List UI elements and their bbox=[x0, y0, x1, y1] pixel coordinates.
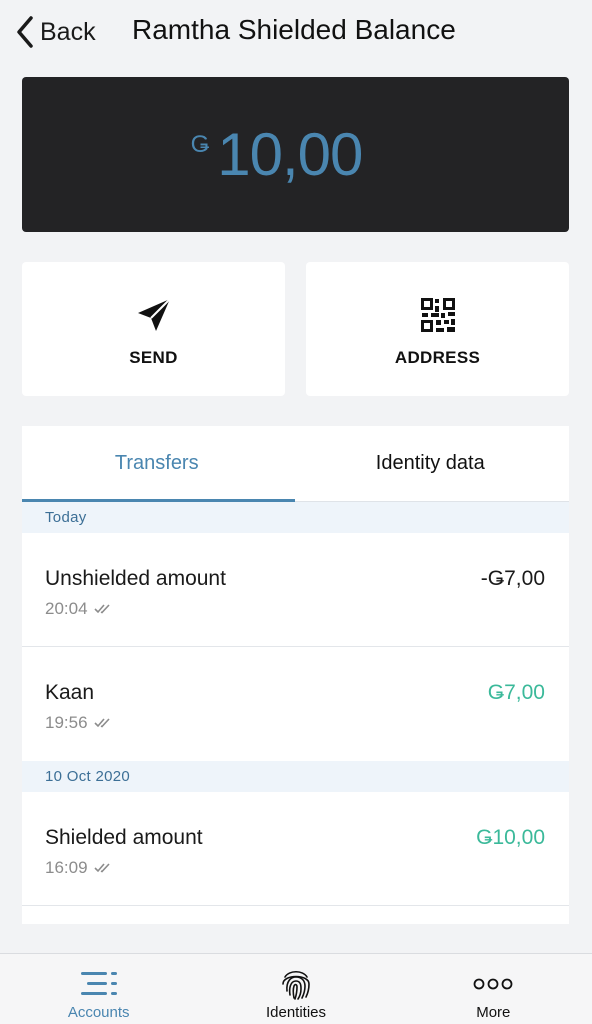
page-title: Ramtha Shielded Balance bbox=[132, 14, 456, 45]
transaction-title: Kaan bbox=[45, 681, 95, 704]
transaction-row[interactable]: Kaan 19:56 Ǥ7,00 bbox=[22, 647, 569, 761]
transaction-amount: Ǥ10,00 bbox=[476, 826, 545, 849]
tab-bar: Transfers Identity data bbox=[22, 426, 569, 502]
send-button[interactable]: SEND bbox=[22, 262, 285, 396]
nav-more-label: More bbox=[476, 1004, 511, 1021]
nav-identities[interactable]: Identities bbox=[197, 954, 394, 1024]
transaction-time-text: 16:09 bbox=[45, 858, 88, 877]
transaction-amount: -Ǥ7,00 bbox=[480, 567, 545, 590]
list-icon bbox=[79, 964, 119, 1004]
transaction-title: Unshielded amount bbox=[45, 567, 226, 590]
fingerprint-icon bbox=[279, 964, 313, 1004]
tab-identity-data[interactable]: Identity data bbox=[294, 426, 568, 501]
qr-code-icon bbox=[419, 296, 457, 334]
send-label: SEND bbox=[129, 348, 178, 367]
transaction-row[interactable]: Unshielded amount 20:04 -Ǥ7,00 bbox=[22, 533, 569, 647]
address-button[interactable]: ADDRESS bbox=[306, 262, 569, 396]
tab-transfers[interactable]: Transfers bbox=[22, 426, 294, 501]
double-check-icon bbox=[93, 718, 110, 728]
transaction-title: Shielded amount bbox=[45, 826, 203, 849]
address-label: ADDRESS bbox=[394, 348, 481, 367]
nav-identities-label: Identities bbox=[265, 1004, 327, 1021]
active-tab-indicator bbox=[22, 499, 295, 502]
double-check-icon bbox=[93, 604, 110, 614]
transaction-time-text: 20:04 bbox=[45, 599, 88, 618]
more-dots-icon bbox=[472, 964, 514, 1004]
transaction-row-partial[interactable] bbox=[22, 906, 569, 924]
double-check-icon bbox=[93, 863, 110, 873]
paper-plane-icon bbox=[135, 296, 173, 334]
header: Back Ramtha Shielded Balance bbox=[0, 0, 592, 64]
balance-card: Ǥ 10,00 bbox=[22, 77, 569, 232]
nav-accounts[interactable]: Accounts bbox=[0, 954, 197, 1024]
transaction-amount: Ǥ7,00 bbox=[487, 681, 545, 704]
chevron-left-icon bbox=[17, 16, 33, 48]
transaction-row[interactable]: Shielded amount 16:09 Ǥ10,00 bbox=[22, 792, 569, 906]
transactions-panel: Transfers Identity data Today Unshielded… bbox=[22, 426, 569, 924]
back-label: Back bbox=[40, 17, 96, 46]
date-header-10-oct-2020: 10 Oct 2020 bbox=[22, 761, 569, 792]
back-button[interactable]: Back bbox=[14, 12, 96, 52]
bottom-nav: Accounts Identities More bbox=[0, 953, 592, 1024]
nav-more[interactable]: More bbox=[395, 954, 592, 1024]
balance-display: Ǥ 10,00 bbox=[190, 120, 364, 188]
transaction-time: 16:09 bbox=[45, 858, 112, 878]
transaction-time: 20:04 bbox=[45, 599, 112, 619]
transaction-time-text: 19:56 bbox=[45, 713, 88, 732]
date-header-today: Today bbox=[22, 502, 569, 533]
currency-symbol: Ǥ bbox=[190, 130, 210, 158]
transaction-time: 19:56 bbox=[45, 713, 112, 733]
nav-accounts-label: Accounts bbox=[67, 1004, 130, 1021]
balance-amount: 10,00 bbox=[217, 120, 363, 188]
